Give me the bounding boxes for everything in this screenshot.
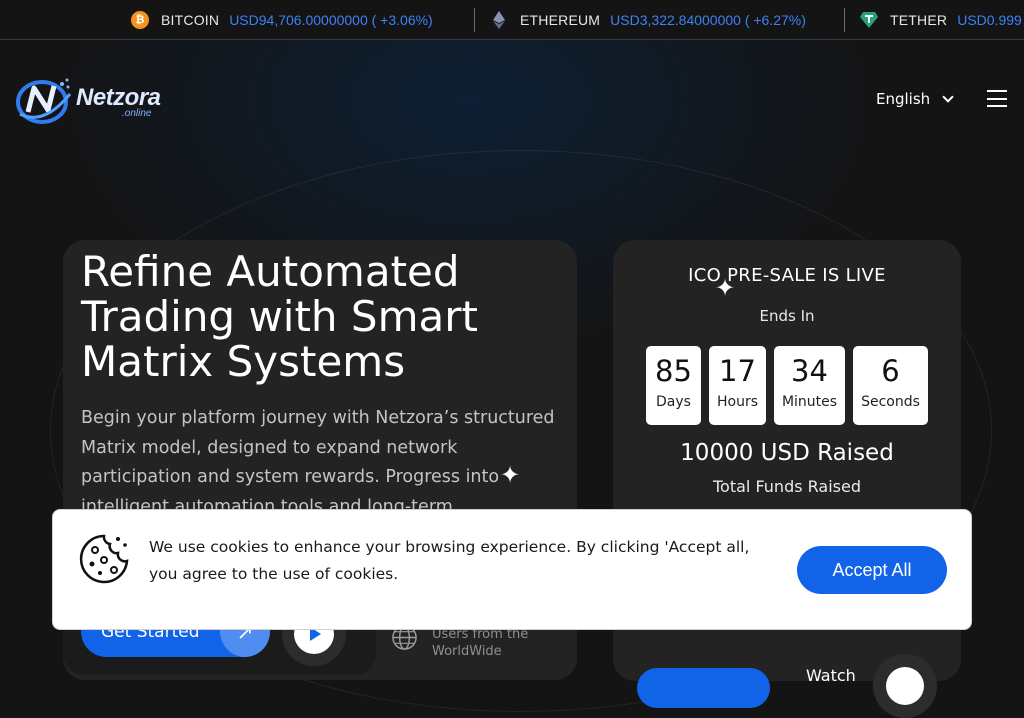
- ticker-divider: [474, 8, 475, 32]
- logo-mark-icon: [16, 78, 72, 124]
- watch-play-button[interactable]: [873, 654, 937, 718]
- hero-title: Refine Automated Trading with Smart Matr…: [81, 247, 478, 386]
- bitcoin-icon: ₿: [131, 10, 149, 29]
- world-users-text: Users from the WorldWide: [432, 627, 529, 659]
- ico-title: ICO PRE-SALE IS LIVE: [688, 265, 886, 286]
- hero-description: Begin your platform journey with Netzora…: [81, 408, 555, 517]
- countdown-minutes: 34 Minutes: [774, 346, 845, 425]
- countdown-label: Minutes: [781, 394, 838, 410]
- countdown-label: Days: [656, 394, 691, 410]
- ticker-divider: [844, 8, 845, 32]
- countdown-hours: 17 Hours: [709, 346, 766, 425]
- ticker-coin-name: BITCOIN: [161, 11, 220, 28]
- cookie-message: We use cookies to enhance your browsing …: [149, 538, 750, 583]
- countdown-label: Seconds: [861, 394, 920, 410]
- chevron-down-icon: [942, 91, 954, 103]
- watch-label: Watch: [806, 666, 856, 685]
- ends-in-label: Ends In: [759, 307, 815, 325]
- ticker-coin-name: ETHEREUM: [520, 11, 601, 28]
- ticker-item-bitcoin[interactable]: ₿ BITCOIN USD94,706.00000000 ( +3.06%): [131, 0, 433, 39]
- ticker-coin-value: USD3,322.84000000 ( +6.27%): [610, 11, 806, 28]
- countdown-value: 6: [881, 354, 900, 388]
- price-ticker: ₿ BITCOIN USD94,706.00000000 ( +3.06%) E…: [0, 0, 1024, 40]
- cookie-icon: [79, 534, 129, 584]
- ticker-coin-value: USD0.999: [957, 11, 1022, 28]
- countdown-value: 17: [719, 354, 756, 388]
- funds-raised-amount: 10000 USD Raised: [680, 440, 894, 466]
- tether-icon: [860, 11, 878, 29]
- sparkle-icon: ✦: [500, 461, 521, 489]
- funds-raised-label: Total Funds Raised: [713, 477, 861, 496]
- play-icon: [886, 667, 924, 705]
- countdown-label: Hours: [716, 394, 758, 410]
- ticker-coin-name: TETHER: [890, 11, 948, 28]
- hamburger-menu-icon[interactable]: [987, 90, 1007, 107]
- netzora-logo[interactable]: Netzora .online: [14, 74, 174, 126]
- ticker-item-ethereum[interactable]: ETHEREUM USD3,322.84000000 ( +6.27%): [490, 0, 806, 39]
- accept-all-button[interactable]: Accept All: [797, 546, 947, 594]
- language-label: English: [876, 90, 931, 108]
- sparkle-icon: ✦: [715, 274, 736, 302]
- brand-sub: .online: [122, 108, 152, 119]
- countdown-seconds: 6 Seconds: [853, 346, 928, 425]
- ticker-coin-value: USD94,706.00000000 ( +3.06%): [229, 11, 433, 28]
- ticker-item-tether[interactable]: TETHER USD0.999: [860, 0, 1022, 39]
- countdown-value: 34: [791, 354, 828, 388]
- ethereum-icon: [490, 10, 508, 29]
- buy-token-button[interactable]: [637, 668, 770, 708]
- language-selector[interactable]: English: [876, 90, 954, 108]
- cookie-consent-banner: We use cookies to enhance your browsing …: [52, 509, 972, 630]
- countdown-value: 85: [655, 354, 692, 388]
- countdown-days: 85 Days: [646, 346, 701, 425]
